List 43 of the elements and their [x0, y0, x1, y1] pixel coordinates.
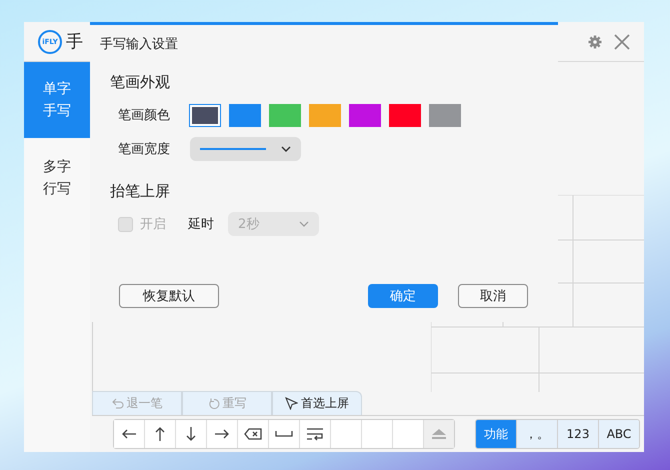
section-heading: 抬笔上屏	[110, 182, 171, 201]
line-break-icon	[306, 427, 324, 441]
color-swatch[interactable]	[429, 104, 461, 126]
mode-key[interactable]: ，。	[517, 420, 558, 448]
left-arrow-icon	[121, 429, 137, 439]
confirm-button[interactable]: 确定	[368, 284, 438, 308]
undo-icon	[112, 398, 124, 409]
dialog-title: 手写输入设置	[100, 36, 179, 54]
stroke-preview-icon	[200, 148, 266, 150]
right-arrow-icon	[214, 429, 230, 439]
mode-key[interactable]: 123	[558, 420, 599, 448]
dialog-button[interactable]: 恢复默认	[119, 284, 219, 308]
color-label: 笔画颜色	[118, 107, 171, 124]
mode-key[interactable]: ABC	[599, 420, 639, 448]
color-swatch[interactable]	[349, 104, 381, 126]
close-icon[interactable]	[614, 34, 630, 50]
rotate-icon	[208, 398, 220, 410]
down-arrow-icon	[186, 426, 196, 442]
width-dropdown[interactable]	[190, 137, 301, 161]
settings-icon[interactable]	[588, 34, 602, 48]
color-swatch[interactable]	[269, 104, 301, 126]
up-arrow-icon	[155, 426, 165, 442]
chevron-down-icon	[281, 146, 291, 152]
color-swatch[interactable]	[189, 104, 221, 126]
space-icon	[275, 431, 293, 437]
action-tab[interactable]: 首选上屏	[272, 391, 362, 415]
color-swatch[interactable]	[309, 104, 341, 126]
color-swatch[interactable]	[389, 104, 421, 126]
chevron-down-icon	[299, 221, 309, 227]
checkbox-label: 开启	[140, 216, 167, 233]
section-heading: 笔画外观	[110, 73, 171, 92]
eject-icon	[431, 428, 447, 440]
color-swatch[interactable]	[229, 104, 261, 126]
dialog-button[interactable]: 取消	[458, 284, 528, 308]
sidebar-tab[interactable]: 单字 手写	[24, 62, 90, 138]
sidebar-tab[interactable]: 多字 行写	[24, 140, 90, 216]
mode-key[interactable]: 功能	[476, 420, 517, 448]
app-title: 手	[66, 31, 83, 53]
cursor-icon	[285, 397, 298, 410]
keyboard-key[interactable]	[114, 420, 145, 448]
delay-label: 延时	[188, 216, 215, 233]
backspace-icon	[244, 428, 262, 440]
width-label: 笔画宽度	[118, 141, 171, 158]
